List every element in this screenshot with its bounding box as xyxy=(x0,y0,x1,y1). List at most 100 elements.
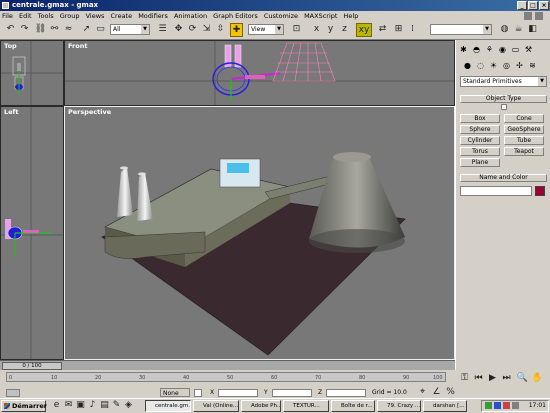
cylinder-button[interactable]: Cylinder xyxy=(460,136,500,145)
align-icon[interactable]: ⊞ xyxy=(392,23,405,37)
utilities-tab-icon[interactable]: ⚒ xyxy=(523,44,534,55)
task-val-online[interactable]: Val (Online... xyxy=(193,400,239,412)
motion-tab-icon[interactable]: ◉ xyxy=(497,44,508,55)
shapes-icon[interactable]: ◌ xyxy=(475,60,486,71)
axis-y-icon[interactable]: y xyxy=(324,23,337,37)
quicklaunch-app2-icon[interactable]: ◈ xyxy=(122,399,135,411)
menu-edit[interactable]: Edit xyxy=(17,11,34,21)
create-tab-icon[interactable]: ✱ xyxy=(458,44,469,55)
tray-messenger-icon[interactable] xyxy=(494,402,501,409)
autogrid-checkbox[interactable] xyxy=(501,104,507,110)
x-coordinate-field[interactable] xyxy=(218,389,258,397)
angle-snap-icon[interactable]: ∠ xyxy=(430,388,443,397)
menu-modifiers[interactable]: Modifiers xyxy=(136,11,170,21)
category-dropdown[interactable]: Standard Primitives ▼ xyxy=(460,76,547,87)
task-crazy[interactable]: 79. Crazy ... xyxy=(377,400,421,412)
sphere-button[interactable]: Sphere xyxy=(460,125,500,134)
menu-views[interactable]: Views xyxy=(84,11,107,21)
geometry-icon[interactable]: ● xyxy=(462,60,473,71)
selection-filter-dropdown[interactable]: All ▼ xyxy=(110,24,150,35)
menu-tools[interactable]: Tools xyxy=(36,11,56,21)
pan-icon[interactable]: ✋ xyxy=(531,372,544,386)
task-boite-de-reception[interactable]: Boîte de r... xyxy=(331,400,375,412)
y-coordinate-field[interactable] xyxy=(272,389,312,397)
start-button[interactable]: Démarrer xyxy=(1,400,47,412)
material-editor-icon[interactable]: ◍ xyxy=(498,23,511,37)
menu-graph-editors[interactable]: Graph Editors xyxy=(211,11,260,21)
go-to-end-icon[interactable]: ⏭ xyxy=(500,372,513,386)
select-link-icon[interactable]: ⛓ xyxy=(34,23,47,37)
select-move-icon[interactable]: ✥ xyxy=(172,23,185,37)
quick-render-icon[interactable]: ◧ xyxy=(526,23,539,37)
time-slider[interactable]: 0 / 100 xyxy=(0,360,455,370)
tube-button[interactable]: Tube xyxy=(504,136,544,145)
menu-maxscript[interactable]: MAXScript xyxy=(302,11,339,21)
helpers-icon[interactable]: ✢ xyxy=(514,60,525,71)
play-icon[interactable]: ▶ xyxy=(486,372,499,386)
axis-xy-icon[interactable]: xy xyxy=(356,23,372,37)
torus-button[interactable]: Torus xyxy=(460,147,500,156)
named-selection-dropdown[interactable]: ▼ xyxy=(430,24,492,35)
viewport-front[interactable]: Front xyxy=(64,40,455,106)
select-region-icon[interactable]: ▭ xyxy=(94,23,107,37)
task-adobe-photoshop[interactable]: Adobe Ph... xyxy=(241,400,281,412)
mirror-icon[interactable]: ⇄ xyxy=(376,23,389,37)
geosphere-button[interactable]: GeoSphere xyxy=(504,125,544,134)
lock-selection-icon[interactable] xyxy=(194,389,202,397)
select-object-icon[interactable]: ➚ xyxy=(80,23,93,37)
select-by-name-icon[interactable]: ☰ xyxy=(156,23,169,37)
object-color-swatch[interactable] xyxy=(535,186,545,196)
bind-space-warp-icon[interactable]: ≈ xyxy=(62,23,75,37)
hierarchy-tab-icon[interactable]: ⚘ xyxy=(484,44,495,55)
select-manipulate-icon[interactable]: ✚ xyxy=(230,23,243,37)
task-centrale[interactable]: centrale.gm... xyxy=(145,400,191,412)
doc-close-icon[interactable] xyxy=(535,12,543,20)
tray-volume-icon[interactable] xyxy=(512,402,519,409)
z-coordinate-field[interactable] xyxy=(326,389,366,397)
tray-clock[interactable]: 17:01 xyxy=(529,402,546,409)
render-icon[interactable]: ☕ xyxy=(512,23,525,37)
menu-help[interactable]: Help xyxy=(342,11,361,21)
tray-antivirus-icon[interactable] xyxy=(503,402,510,409)
task-texture[interactable]: TEXTUR... xyxy=(283,400,329,412)
select-squash-icon[interactable]: ⇳ xyxy=(214,23,227,37)
menu-create[interactable]: Create xyxy=(109,11,135,21)
menu-group[interactable]: Group xyxy=(58,11,82,21)
teapot-button[interactable]: Teapot xyxy=(504,147,544,156)
array-icon[interactable]: ⁞ xyxy=(406,23,419,37)
box-button[interactable]: Box xyxy=(460,114,500,123)
time-slider-thumb[interactable]: 0 / 100 xyxy=(2,362,62,370)
percent-snap-icon[interactable]: % xyxy=(444,388,457,397)
redo-icon[interactable]: ↷ xyxy=(18,23,31,37)
undo-icon[interactable]: ↶ xyxy=(4,23,17,37)
maximize-button[interactable]: □ xyxy=(528,1,538,10)
reference-coordinate-dropdown[interactable]: View ▼ xyxy=(248,24,284,35)
object-name-input[interactable] xyxy=(460,186,532,196)
doc-minimize-icon[interactable] xyxy=(524,12,532,20)
viewport-perspective[interactable]: Perspective xyxy=(64,106,455,360)
viewport-top[interactable]: Top xyxy=(0,40,64,106)
select-rotate-icon[interactable]: ⟳ xyxy=(186,23,199,37)
cone-button[interactable]: Cone xyxy=(504,114,544,123)
display-tab-icon[interactable]: ▭ xyxy=(510,44,521,55)
lights-icon[interactable]: ☀ xyxy=(488,60,499,71)
go-to-start-icon[interactable]: ⏮ xyxy=(472,372,485,386)
track-bar-ruler[interactable]: 0 10 20 30 40 50 60 70 80 90 100 xyxy=(6,372,446,382)
zoom-icon[interactable]: 🔍 xyxy=(516,372,529,386)
modify-tab-icon[interactable]: ◓ xyxy=(471,44,482,55)
menu-animation[interactable]: Animation xyxy=(172,11,209,21)
viewport-left[interactable]: Left xyxy=(0,106,64,360)
tray-network-icon[interactable] xyxy=(485,402,492,409)
plane-button[interactable]: Plane xyxy=(460,158,500,167)
close-button[interactable]: × xyxy=(539,1,549,10)
select-scale-icon[interactable]: ⇲ xyxy=(200,23,213,37)
space-warps-icon[interactable]: ≋ xyxy=(527,60,538,71)
object-type-rollout[interactable]: Object Type xyxy=(460,95,547,103)
axis-z-icon[interactable]: z xyxy=(338,23,351,37)
minimize-button[interactable]: _ xyxy=(517,1,527,10)
unlink-icon[interactable]: ⚯ xyxy=(48,23,61,37)
key-icon[interactable]: ⚿ xyxy=(458,372,471,386)
snap-icon[interactable]: ⌖ xyxy=(416,388,429,397)
task-darshan[interactable]: darshan [... xyxy=(423,400,467,412)
menu-customize[interactable]: Customize xyxy=(262,11,300,21)
